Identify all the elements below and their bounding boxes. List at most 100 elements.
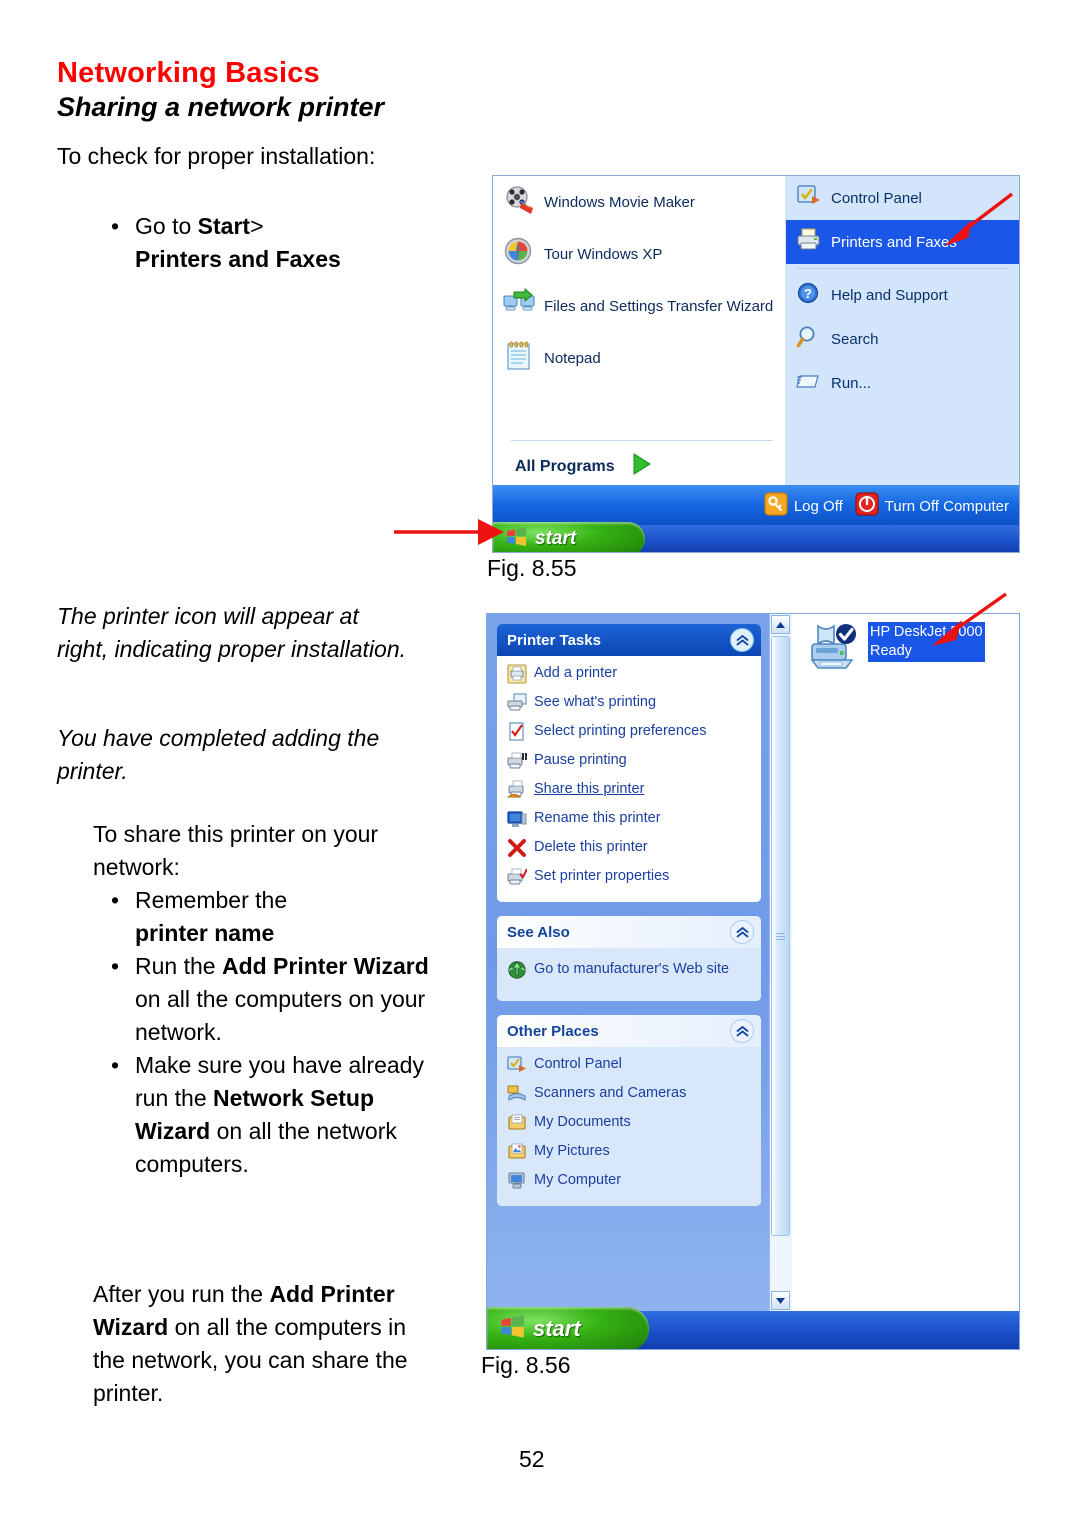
task-select-printing-preferences[interactable]: Select printing preferences (497, 720, 761, 749)
place-my-pictures[interactable]: My Pictures (497, 1140, 761, 1169)
other-places-title: Other Places (507, 1022, 599, 1040)
figure-caption-855: Fig. 8.55 (487, 555, 577, 581)
windows-logo-icon (499, 1314, 525, 1345)
all-programs-button[interactable]: All Programs (493, 452, 785, 481)
link-go-to-manufacturers-web-site[interactable]: Go to manufacturer's Web site (497, 954, 761, 993)
navigation-pane: Printer Tasks Add a printer See what's p… (487, 614, 769, 1311)
pause-printing-icon (507, 751, 527, 776)
start-menu-item-notepad[interactable]: Notepad (493, 332, 785, 384)
transfer-wizard-icon (503, 287, 535, 325)
notepad-icon (503, 340, 535, 377)
place-label: Scanners and Cameras (534, 1085, 687, 1101)
share-intro-text: To share this printer on your network: (93, 821, 379, 880)
bullet-suffix: on all the computers on your network. (135, 986, 426, 1045)
printer-tasks-title: Printer Tasks (507, 631, 601, 649)
control-panel-icon (507, 1055, 527, 1080)
start-menu-programs-column: Windows Movie Maker Tour Windows XP File… (493, 176, 786, 485)
task-label: Select printing preferences (534, 723, 707, 739)
collapse-chevron-icon[interactable] (731, 629, 753, 651)
task-set-printer-properties[interactable]: Set printer properties (497, 865, 761, 894)
see-also-group: See Also Go to manufacturer's Web site (497, 916, 761, 1001)
note-printer-icon: The printer icon will appear at right, i… (57, 600, 407, 666)
my-pictures-icon (507, 1142, 527, 1167)
list-item: Go to Start> Printers and Faxes (105, 210, 465, 276)
power-icon (855, 491, 879, 521)
task-rename-this-printer[interactable]: Rename this printer (497, 807, 761, 836)
printer-icon (796, 227, 822, 258)
start-menu-item-windows-movie-maker[interactable]: Windows Movie Maker (493, 176, 785, 228)
document-page: Networking Basics Sharing a network prin… (0, 0, 1080, 1529)
scrollbar-grip-icon (776, 932, 785, 940)
start-menu-item-help-and-support[interactable]: ? Help and Support (786, 273, 1019, 317)
scanner-icon (507, 1084, 527, 1109)
key-icon (764, 491, 788, 521)
task-label: See what's printing (534, 694, 657, 710)
place-my-documents[interactable]: My Documents (497, 1111, 761, 1140)
task-label: Rename this printer (534, 810, 661, 826)
see-printing-icon (507, 693, 527, 718)
task-add-a-printer[interactable]: Add a printer (497, 662, 761, 691)
bullet-list-share: Remember the printer name Run the Add Pr… (105, 884, 450, 1181)
bullet-line: Remember the (135, 887, 288, 913)
place-my-computer[interactable]: My Computer (497, 1169, 761, 1198)
place-label: My Documents (534, 1114, 631, 1130)
place-scanners-and-cameras[interactable]: Scanners and Cameras (497, 1082, 761, 1111)
task-see-whats-printing[interactable]: See what's printing (497, 691, 761, 720)
bullet-bold-2: Printers and Faxes (135, 246, 341, 272)
scroll-up-button[interactable] (771, 615, 790, 634)
annotation-arrow-start-button (394, 519, 504, 545)
place-label: My Computer (534, 1172, 622, 1188)
start-button[interactable]: start (487, 1307, 649, 1349)
task-delete-this-printer[interactable]: Delete this printer (497, 836, 761, 865)
see-also-body: Go to manufacturer's Web site (497, 948, 761, 1001)
places-divider (796, 268, 1009, 269)
bullet-list-start: Go to Start> Printers and Faxes (105, 210, 465, 276)
printer-default-icon (804, 622, 866, 689)
printing-preferences-icon (507, 722, 527, 747)
place-control-panel[interactable]: Control Panel (497, 1053, 761, 1082)
start-menu-item-run[interactable]: Run... (786, 361, 1019, 405)
bullet-bold: printer name (135, 920, 275, 946)
task-label: Delete this printer (534, 839, 648, 855)
help-icon: ? (796, 280, 822, 311)
bullet-prefix: Run the (135, 953, 222, 979)
task-label: Pause printing (534, 752, 627, 768)
start-menu-power-bar: Log Off Turn Off Computer (493, 485, 1019, 527)
chevron-right-icon (629, 452, 655, 481)
share-printer-icon (506, 780, 527, 805)
scroll-down-button[interactable] (771, 1291, 790, 1310)
delete-printer-icon (507, 838, 527, 863)
tour-windows-icon (503, 236, 535, 273)
printer-status: Ready (870, 643, 912, 659)
start-menu-item-label: Files and Settings Transfer Wizard (544, 297, 774, 315)
search-icon (796, 324, 822, 355)
intro-paragraph: To check for proper installation: (57, 140, 457, 173)
note-completed: You have completed adding the printer. (57, 722, 417, 788)
start-menu-item-search[interactable]: Search (786, 317, 1019, 361)
collapse-chevron-icon[interactable] (731, 1020, 753, 1042)
turn-off-computer-button[interactable]: Turn Off Computer (855, 491, 1009, 521)
printer-properties-icon (507, 867, 528, 892)
list-item: Run the Add Printer Wizard on all the co… (105, 950, 450, 1049)
place-label: Control Panel (534, 1056, 622, 1072)
task-pause-printing[interactable]: Pause printing (497, 749, 761, 778)
vertical-scrollbar[interactable] (769, 614, 792, 1311)
list-item: Make sure you have already run the Netwo… (105, 1049, 450, 1181)
start-button[interactable]: start (493, 522, 645, 552)
task-share-this-printer[interactable]: Share this printer (497, 778, 761, 807)
share-intro-paragraph: To share this printer on your network: (93, 818, 433, 884)
taskbar: start (493, 522, 1019, 552)
start-menu-item-files-settings-transfer-wizard[interactable]: Files and Settings Transfer Wizard (493, 280, 785, 332)
start-menu-divider (511, 440, 773, 441)
start-menu-item-label: Windows Movie Maker (544, 193, 695, 211)
see-also-title: See Also (507, 923, 570, 941)
movie-maker-icon (503, 184, 535, 221)
start-menu-item-label: Search (831, 330, 879, 348)
printer-tasks-group: Printer Tasks Add a printer See what's p… (497, 624, 761, 902)
task-label: Share this printer (534, 781, 645, 797)
start-menu-item-tour-windows-xp[interactable]: Tour Windows XP (493, 228, 785, 280)
collapse-chevron-icon[interactable] (731, 921, 753, 943)
task-label: Add a printer (534, 665, 618, 681)
log-off-button[interactable]: Log Off (764, 491, 843, 521)
scrollbar-thumb[interactable] (771, 636, 790, 1236)
